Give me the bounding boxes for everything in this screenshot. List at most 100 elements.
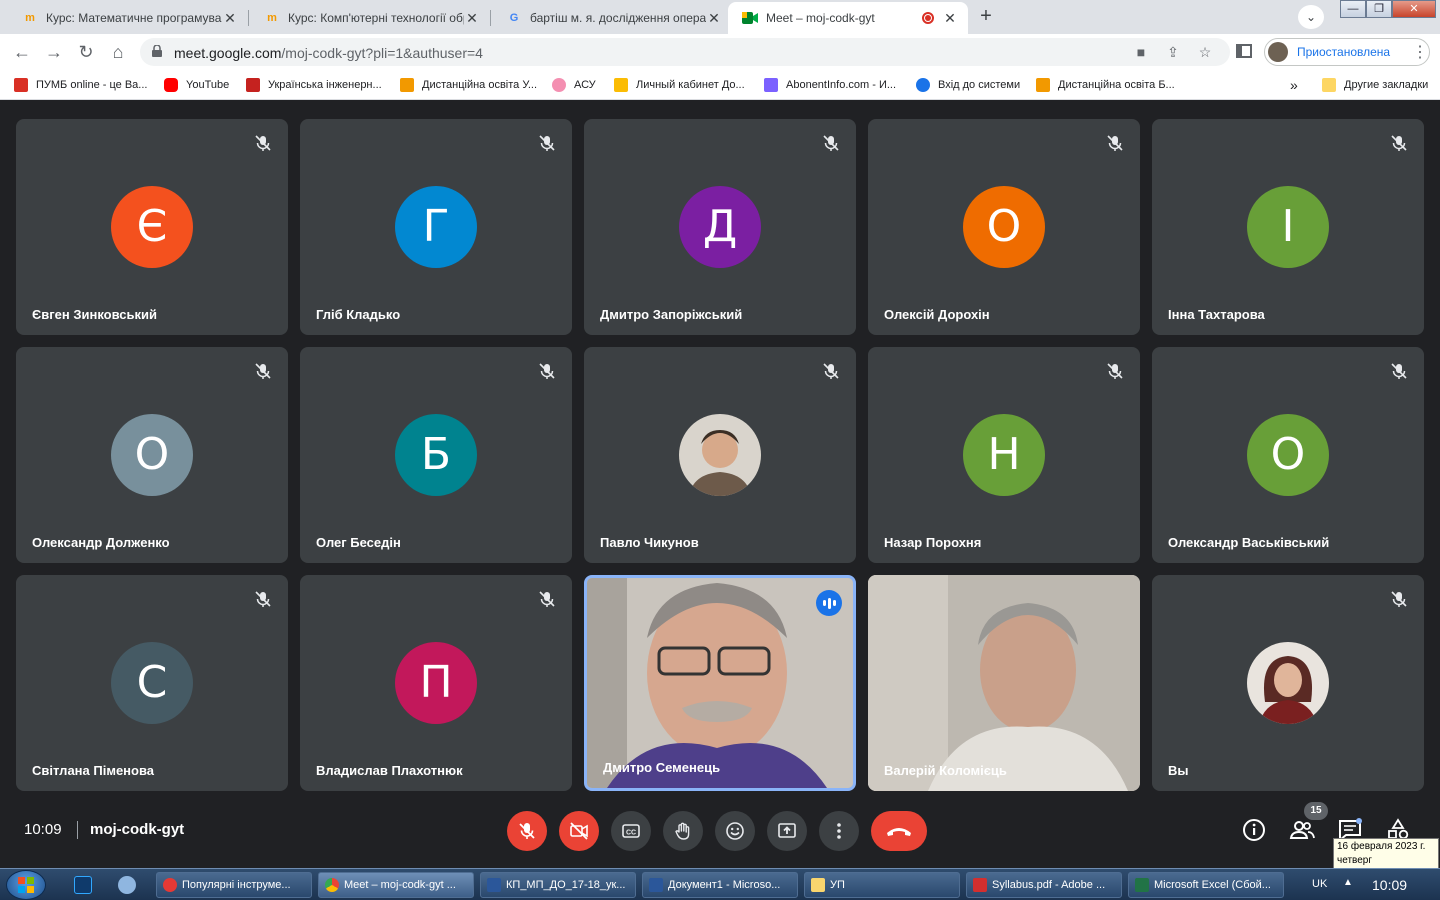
tab-title: Meet – moj-codk-gyt bbox=[766, 11, 875, 25]
input-language-indicator[interactable]: UK bbox=[1312, 878, 1327, 890]
asu-icon bbox=[552, 78, 566, 92]
close-tab-icon[interactable]: ✕ bbox=[942, 10, 958, 27]
tab-meet[interactable]: Meet – moj-codk-gyt ✕ bbox=[728, 2, 968, 34]
maximize-window-button[interactable]: ❐ bbox=[1366, 0, 1392, 18]
url-text: meet.google.com/moj-codk-gyt?pli=1&authu… bbox=[174, 45, 483, 61]
participant-tile[interactable]: І Інна Тахтарова bbox=[1152, 119, 1424, 335]
mic-off-icon bbox=[255, 135, 271, 151]
close-window-button[interactable]: ✕ bbox=[1392, 0, 1436, 18]
more-vert-icon[interactable]: ⋮ bbox=[1412, 42, 1428, 62]
avatar: С bbox=[111, 642, 193, 724]
captions-button[interactable]: CC bbox=[611, 811, 651, 851]
more-options-button[interactable] bbox=[819, 811, 859, 851]
participant-video-tile[interactable]: Дмитро Семенець bbox=[584, 575, 856, 791]
home-button[interactable]: ⌂ bbox=[106, 40, 130, 64]
minimize-window-button[interactable]: — bbox=[1340, 0, 1366, 18]
avatar: П bbox=[395, 642, 477, 724]
bookmark-item[interactable]: Українська інженерн... bbox=[246, 77, 382, 93]
toggle-microphone-button[interactable] bbox=[507, 811, 547, 851]
bookmark-star-icon[interactable]: ☆ bbox=[1196, 43, 1214, 61]
bookmark-item[interactable]: Дистанційна освіта Б... bbox=[1036, 77, 1175, 93]
show-participants-button[interactable] bbox=[1288, 816, 1316, 844]
tab-kurs-komptech[interactable]: m Курс: Комп'ютерні технології обробки ✕ bbox=[250, 2, 490, 34]
bookmark-item[interactable]: ПУМБ online - це Ва... bbox=[14, 77, 147, 93]
profile-button[interactable]: Приостановлена bbox=[1264, 38, 1430, 66]
address-bar[interactable]: meet.google.com/moj-codk-gyt?pli=1&authu… bbox=[140, 38, 1230, 66]
bookmark-item[interactable]: Дистанційна освіта У... bbox=[400, 77, 537, 93]
taskbar-item-word-doc1[interactable]: Документ1 - Microso... bbox=[642, 872, 798, 898]
participant-tile[interactable]: П Владислав Плахотнюк bbox=[300, 575, 572, 791]
avatar bbox=[1268, 42, 1288, 62]
taskbar-clock[interactable]: 10:09 bbox=[1372, 877, 1407, 893]
participant-tile[interactable]: О Олександр Долженко bbox=[16, 347, 288, 563]
word-icon bbox=[487, 878, 501, 892]
reactions-button[interactable] bbox=[715, 811, 755, 851]
taskbar-item-opera[interactable]: Популярні інструме... bbox=[156, 872, 312, 898]
close-tab-icon[interactable]: ✕ bbox=[464, 10, 480, 27]
tray-expand-icon[interactable]: ▲ bbox=[1343, 877, 1353, 888]
back-button[interactable]: ← bbox=[10, 40, 34, 64]
bookmark-label: Дистанційна освіта У... bbox=[422, 79, 538, 91]
tab-search-button[interactable]: ⌄ bbox=[1298, 5, 1324, 29]
start-button[interactable] bbox=[6, 870, 46, 900]
tab-divider bbox=[248, 10, 249, 26]
toggle-camera-button[interactable] bbox=[559, 811, 599, 851]
other-bookmarks-folder[interactable]: Другие закладки bbox=[1322, 77, 1428, 93]
taskbar-item-chrome[interactable]: Meet – moj-codk-gyt ... bbox=[318, 872, 474, 898]
taskbar-item-excel[interactable]: Microsoft Excel (Сбой... bbox=[1128, 872, 1284, 898]
mic-off-icon bbox=[539, 363, 555, 379]
leave-call-button[interactable] bbox=[871, 811, 927, 851]
present-screen-button[interactable] bbox=[767, 811, 807, 851]
meeting-code: moj-codk-gyt bbox=[90, 821, 185, 838]
bookmark-item[interactable]: Личный кабинет До... bbox=[614, 77, 745, 93]
tab-google-search[interactable]: G бартіш м. я. дослідження операцій ✕ bbox=[492, 2, 732, 34]
meet-stage: Є Євген Зинковський Г Гліб Кладько Д Дми… bbox=[0, 100, 1440, 868]
taskbar-item-word-kp[interactable]: КП_МП_ДО_17-18_ук... bbox=[480, 872, 636, 898]
new-tab-button[interactable]: + bbox=[972, 5, 1000, 29]
share-icon[interactable]: ⇪ bbox=[1164, 43, 1182, 61]
bookmark-label: Личный кабинет До... bbox=[636, 79, 745, 91]
raise-hand-button[interactable] bbox=[663, 811, 703, 851]
more-bookmarks-button[interactable]: » bbox=[1290, 77, 1298, 93]
participant-video-tile[interactable]: Валерій Коломієць bbox=[868, 575, 1140, 791]
forward-button[interactable]: → bbox=[42, 40, 66, 64]
bookmark-label: ПУМБ online - це Ва... bbox=[36, 79, 148, 91]
participant-tile[interactable]: Г Гліб Кладько bbox=[300, 119, 572, 335]
taskbar-item-folder-up[interactable]: УП bbox=[804, 872, 960, 898]
word-icon bbox=[649, 878, 663, 892]
close-tab-icon[interactable]: ✕ bbox=[706, 10, 722, 27]
side-panel-icon[interactable] bbox=[1236, 44, 1252, 58]
tab-divider bbox=[490, 10, 491, 26]
bookmark-label: YouTube bbox=[186, 79, 230, 91]
lock-icon[interactable] bbox=[152, 45, 162, 57]
participant-tile[interactable]: Н Назар Порохня bbox=[868, 347, 1140, 563]
bookmark-item[interactable]: YouTube bbox=[164, 77, 229, 93]
bookmark-item[interactable]: АСУ bbox=[552, 77, 596, 93]
people-icon bbox=[1289, 821, 1315, 839]
participant-tile[interactable]: Павло Чикунов bbox=[584, 347, 856, 563]
participant-name: Олександр Васьківський bbox=[1168, 535, 1330, 550]
participant-tile-self[interactable]: Вы bbox=[1152, 575, 1424, 791]
pdf-icon bbox=[973, 878, 987, 892]
search-app-icon[interactable] bbox=[118, 876, 136, 894]
mic-off-icon bbox=[1107, 135, 1123, 151]
participant-tile[interactable]: О Олексій Дорохін bbox=[868, 119, 1140, 335]
close-tab-icon[interactable]: ✕ bbox=[222, 10, 238, 27]
camera-in-use-icon[interactable]: ■ bbox=[1132, 43, 1150, 61]
tab-kurs-matprog[interactable]: m Курс: Математичне програмування ✕ bbox=[8, 2, 248, 34]
taskbar-item-adobe[interactable]: Syllabus.pdf - Adobe ... bbox=[966, 872, 1122, 898]
photoshop-icon[interactable] bbox=[74, 876, 92, 894]
reload-button[interactable]: ↻ bbox=[74, 40, 98, 64]
participant-tile[interactable]: Д Дмитро Запоріжський bbox=[584, 119, 856, 335]
bookmark-label: Вхід до системи bbox=[938, 79, 1021, 91]
participant-tile[interactable]: Б Олег Беседін bbox=[300, 347, 572, 563]
participant-tile[interactable]: С Світлана Піменова bbox=[16, 575, 288, 791]
participant-name: Олексій Дорохін bbox=[884, 307, 990, 322]
participant-tile[interactable]: Є Євген Зинковський bbox=[16, 119, 288, 335]
bookmark-item[interactable]: AbonentInfo.com - И... bbox=[764, 77, 896, 93]
participant-tile[interactable]: О Олександр Васьківський bbox=[1152, 347, 1424, 563]
bookmark-item[interactable]: Вхід до системи bbox=[916, 77, 1020, 93]
avatar: Н bbox=[963, 414, 1045, 496]
meeting-details-button[interactable] bbox=[1240, 816, 1268, 844]
taskbar-label: УП bbox=[830, 879, 845, 891]
